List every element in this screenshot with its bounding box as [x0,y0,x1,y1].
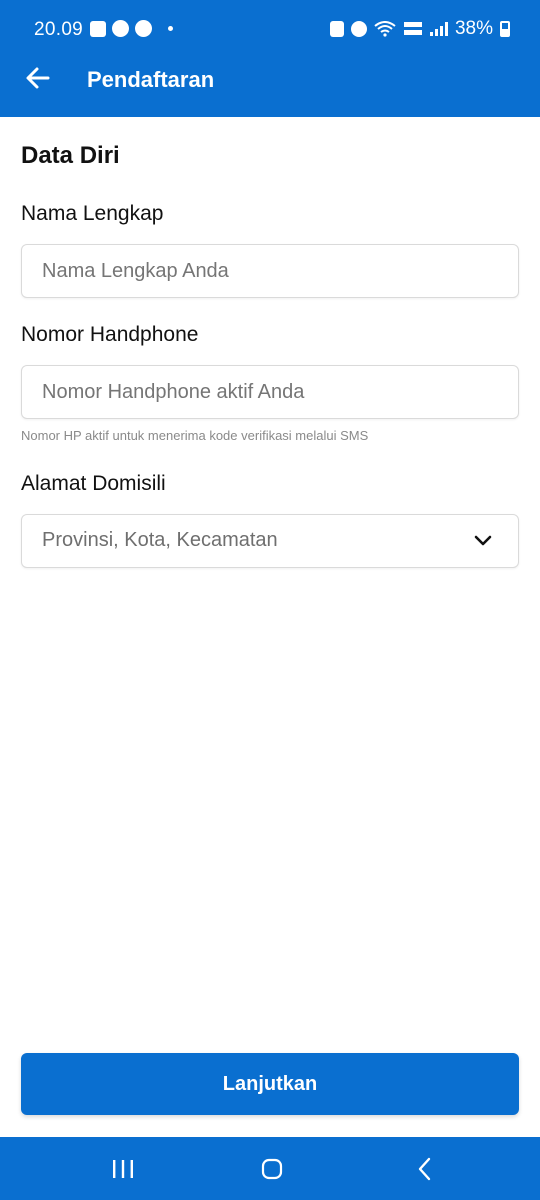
name-field [21,244,519,298]
system-icons: 38% [329,18,510,40]
home-icon[interactable] [257,1155,287,1183]
header: 20.09 38% Pendaftaran [0,0,540,117]
battery-icon [500,21,510,37]
address-label: Alamat Domisili [21,472,166,495]
address-placeholder: Provinsi, Kota, Kecamatan [42,529,278,551]
signal-icon [429,22,448,36]
phone-input[interactable] [22,366,518,418]
gallery-icon [90,20,106,37]
dot-icon [168,26,173,31]
arrow-left-icon[interactable] [24,64,52,92]
app-icon [112,20,129,37]
name-label: Nama Lengkap [21,202,164,225]
status-time: 20.09 [34,19,84,40]
phone-helper-text: Nomor HP aktif untuk menerima kode verif… [21,428,369,443]
continue-button[interactable]: Lanjutkan [21,1053,519,1115]
chevron-down-icon [474,535,492,546]
recents-icon[interactable] [108,1155,138,1183]
notification-icons [90,20,173,37]
back-icon[interactable] [410,1155,440,1183]
phone-field [21,365,519,419]
app-icon [135,20,152,37]
wifi-icon [374,21,396,37]
alarm-icon [350,21,367,37]
volte-icon [403,22,422,35]
battery-text: 38% [454,18,493,39]
name-input[interactable] [22,245,518,297]
lock-icon [329,21,344,37]
phone-label: Nomor Handphone [21,323,199,346]
status-bar: 20.09 38% [0,0,540,60]
system-navigation-bar [0,1137,540,1200]
address-select[interactable]: Provinsi, Kota, Kecamatan [21,514,519,568]
section-title: Data Diri [21,142,120,169]
page-title: Pendaftaran [87,67,215,92]
